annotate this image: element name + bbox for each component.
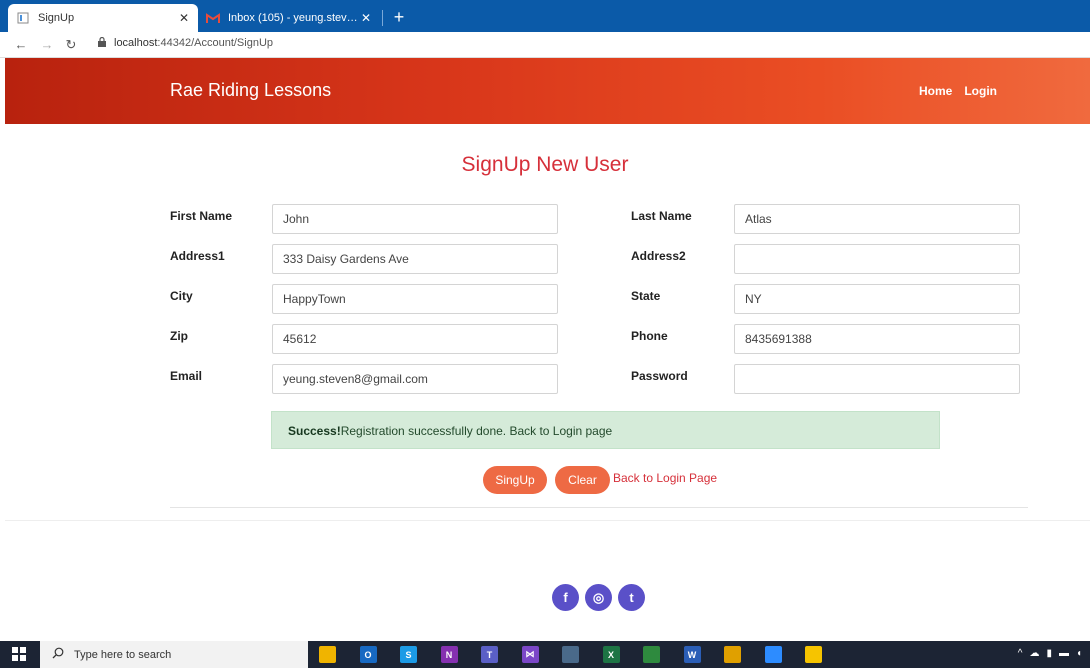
clear-button[interactable]: Clear bbox=[555, 466, 610, 494]
network-icon[interactable]: ▮ bbox=[1046, 648, 1052, 659]
success-alert: Success!Registration successfully done. … bbox=[271, 411, 940, 449]
project-icon[interactable] bbox=[643, 646, 660, 663]
onenote-icon[interactable]: N bbox=[440, 646, 458, 663]
alert-strong: Success! bbox=[288, 424, 341, 438]
url-host: localhost bbox=[114, 37, 158, 49]
state-label: State bbox=[631, 289, 661, 303]
app-icon[interactable] bbox=[562, 646, 579, 663]
zoom-icon[interactable] bbox=[764, 646, 782, 663]
lock-icon bbox=[98, 36, 106, 49]
skype-icon[interactable]: S bbox=[400, 646, 417, 663]
volume-icon[interactable]: ◖ bbox=[1076, 648, 1082, 659]
tab-divider bbox=[382, 10, 383, 26]
reload-icon[interactable]: ↻ bbox=[62, 36, 80, 54]
teams-icon[interactable]: T bbox=[481, 646, 498, 663]
chevron-up-icon[interactable]: ^ bbox=[1018, 648, 1023, 659]
password-input[interactable] bbox=[734, 364, 1020, 394]
last-name-label: Last Name bbox=[631, 209, 692, 223]
password-label: Password bbox=[631, 369, 688, 383]
file-explorer-icon[interactable] bbox=[319, 646, 336, 663]
tab-signup[interactable]: SignUp ✕ bbox=[8, 4, 198, 32]
word-icon[interactable]: W bbox=[683, 646, 701, 663]
first-name-input[interactable] bbox=[272, 204, 558, 234]
windows-start-icon[interactable] bbox=[12, 647, 26, 661]
zip-label: Zip bbox=[170, 329, 188, 343]
outlook-icon[interactable]: O bbox=[359, 646, 377, 663]
address-bar: ← → ↻ localhost:44342/Account/SignUp bbox=[0, 32, 1090, 58]
tab-inbox[interactable]: Inbox (105) - yeung.steven8@gm ✕ bbox=[200, 4, 380, 32]
search-icon bbox=[52, 647, 64, 662]
battery-icon[interactable]: ▬ bbox=[1059, 648, 1069, 659]
tab-title: Inbox (105) - yeung.steven8@gm bbox=[228, 12, 358, 24]
city-label: City bbox=[170, 289, 193, 303]
search-placeholder: Type here to search bbox=[74, 648, 172, 661]
alert-text: Registration successfully done. Back to … bbox=[340, 424, 613, 438]
tab-title: SignUp bbox=[38, 12, 75, 24]
phone-label: Phone bbox=[631, 329, 668, 343]
address2-label: Address2 bbox=[631, 249, 686, 263]
sticky-notes-icon[interactable] bbox=[805, 646, 822, 663]
address1-label: Address1 bbox=[170, 249, 225, 263]
site-header: Rae Riding Lessons Home Login bbox=[5, 58, 1090, 124]
zip-input[interactable] bbox=[272, 324, 558, 354]
top-nav: Home Login bbox=[919, 84, 997, 98]
new-tab-button[interactable]: + bbox=[388, 6, 410, 28]
first-name-label: First Name bbox=[170, 209, 233, 223]
footer-divider bbox=[5, 520, 1090, 521]
visual-studio-icon[interactable]: ⋈ bbox=[521, 646, 539, 663]
windows-taskbar: Type here to search O S N T ⋈ X W ^ ☁ ▮ ▬ ◖ bbox=[0, 641, 1090, 668]
city-input[interactable] bbox=[272, 284, 558, 314]
last-name-input[interactable] bbox=[734, 204, 1020, 234]
address2-input[interactable] bbox=[734, 244, 1020, 274]
system-tray[interactable]: ^ ☁ ▮ ▬ ◖ bbox=[1018, 648, 1082, 659]
close-tab-icon[interactable]: ✕ bbox=[358, 11, 374, 25]
cloud-icon[interactable]: ☁ bbox=[1029, 648, 1039, 659]
facebook-icon[interactable]: f bbox=[552, 584, 579, 611]
state-input[interactable] bbox=[734, 284, 1020, 314]
browser-tab-bar: SignUp ✕ Inbox (105) - yeung.steven8@gm … bbox=[0, 0, 1090, 32]
nav-home-link[interactable]: Home bbox=[919, 84, 952, 98]
site-brand[interactable]: Rae Riding Lessons bbox=[170, 80, 331, 101]
back-to-login-link[interactable]: Back to Login Page bbox=[613, 471, 717, 485]
chrome-icon[interactable] bbox=[724, 646, 741, 663]
signup-button[interactable]: SingUp bbox=[483, 466, 547, 494]
back-arrow-icon[interactable]: ← bbox=[12, 36, 30, 54]
address1-input[interactable] bbox=[272, 244, 558, 274]
url-field[interactable]: localhost:44342/Account/SignUp bbox=[98, 36, 274, 49]
instagram-icon[interactable]: ◎ bbox=[585, 584, 612, 611]
page-title: SignUp New User bbox=[461, 153, 629, 176]
form-divider bbox=[170, 507, 1028, 508]
url-path: :44342/Account/SignUp bbox=[157, 37, 274, 49]
page-icon bbox=[16, 11, 30, 25]
gmail-icon bbox=[206, 11, 220, 25]
phone-input[interactable] bbox=[734, 324, 1020, 354]
forward-arrow-icon[interactable]: → bbox=[38, 36, 56, 54]
excel-icon[interactable]: X bbox=[602, 646, 620, 663]
nav-login-link[interactable]: Login bbox=[964, 84, 997, 98]
taskbar-search[interactable]: Type here to search bbox=[40, 641, 308, 668]
twitter-icon[interactable]: t bbox=[618, 584, 645, 611]
close-tab-icon[interactable]: ✕ bbox=[176, 11, 192, 25]
email-label: Email bbox=[170, 369, 203, 383]
email-input[interactable] bbox=[272, 364, 558, 394]
